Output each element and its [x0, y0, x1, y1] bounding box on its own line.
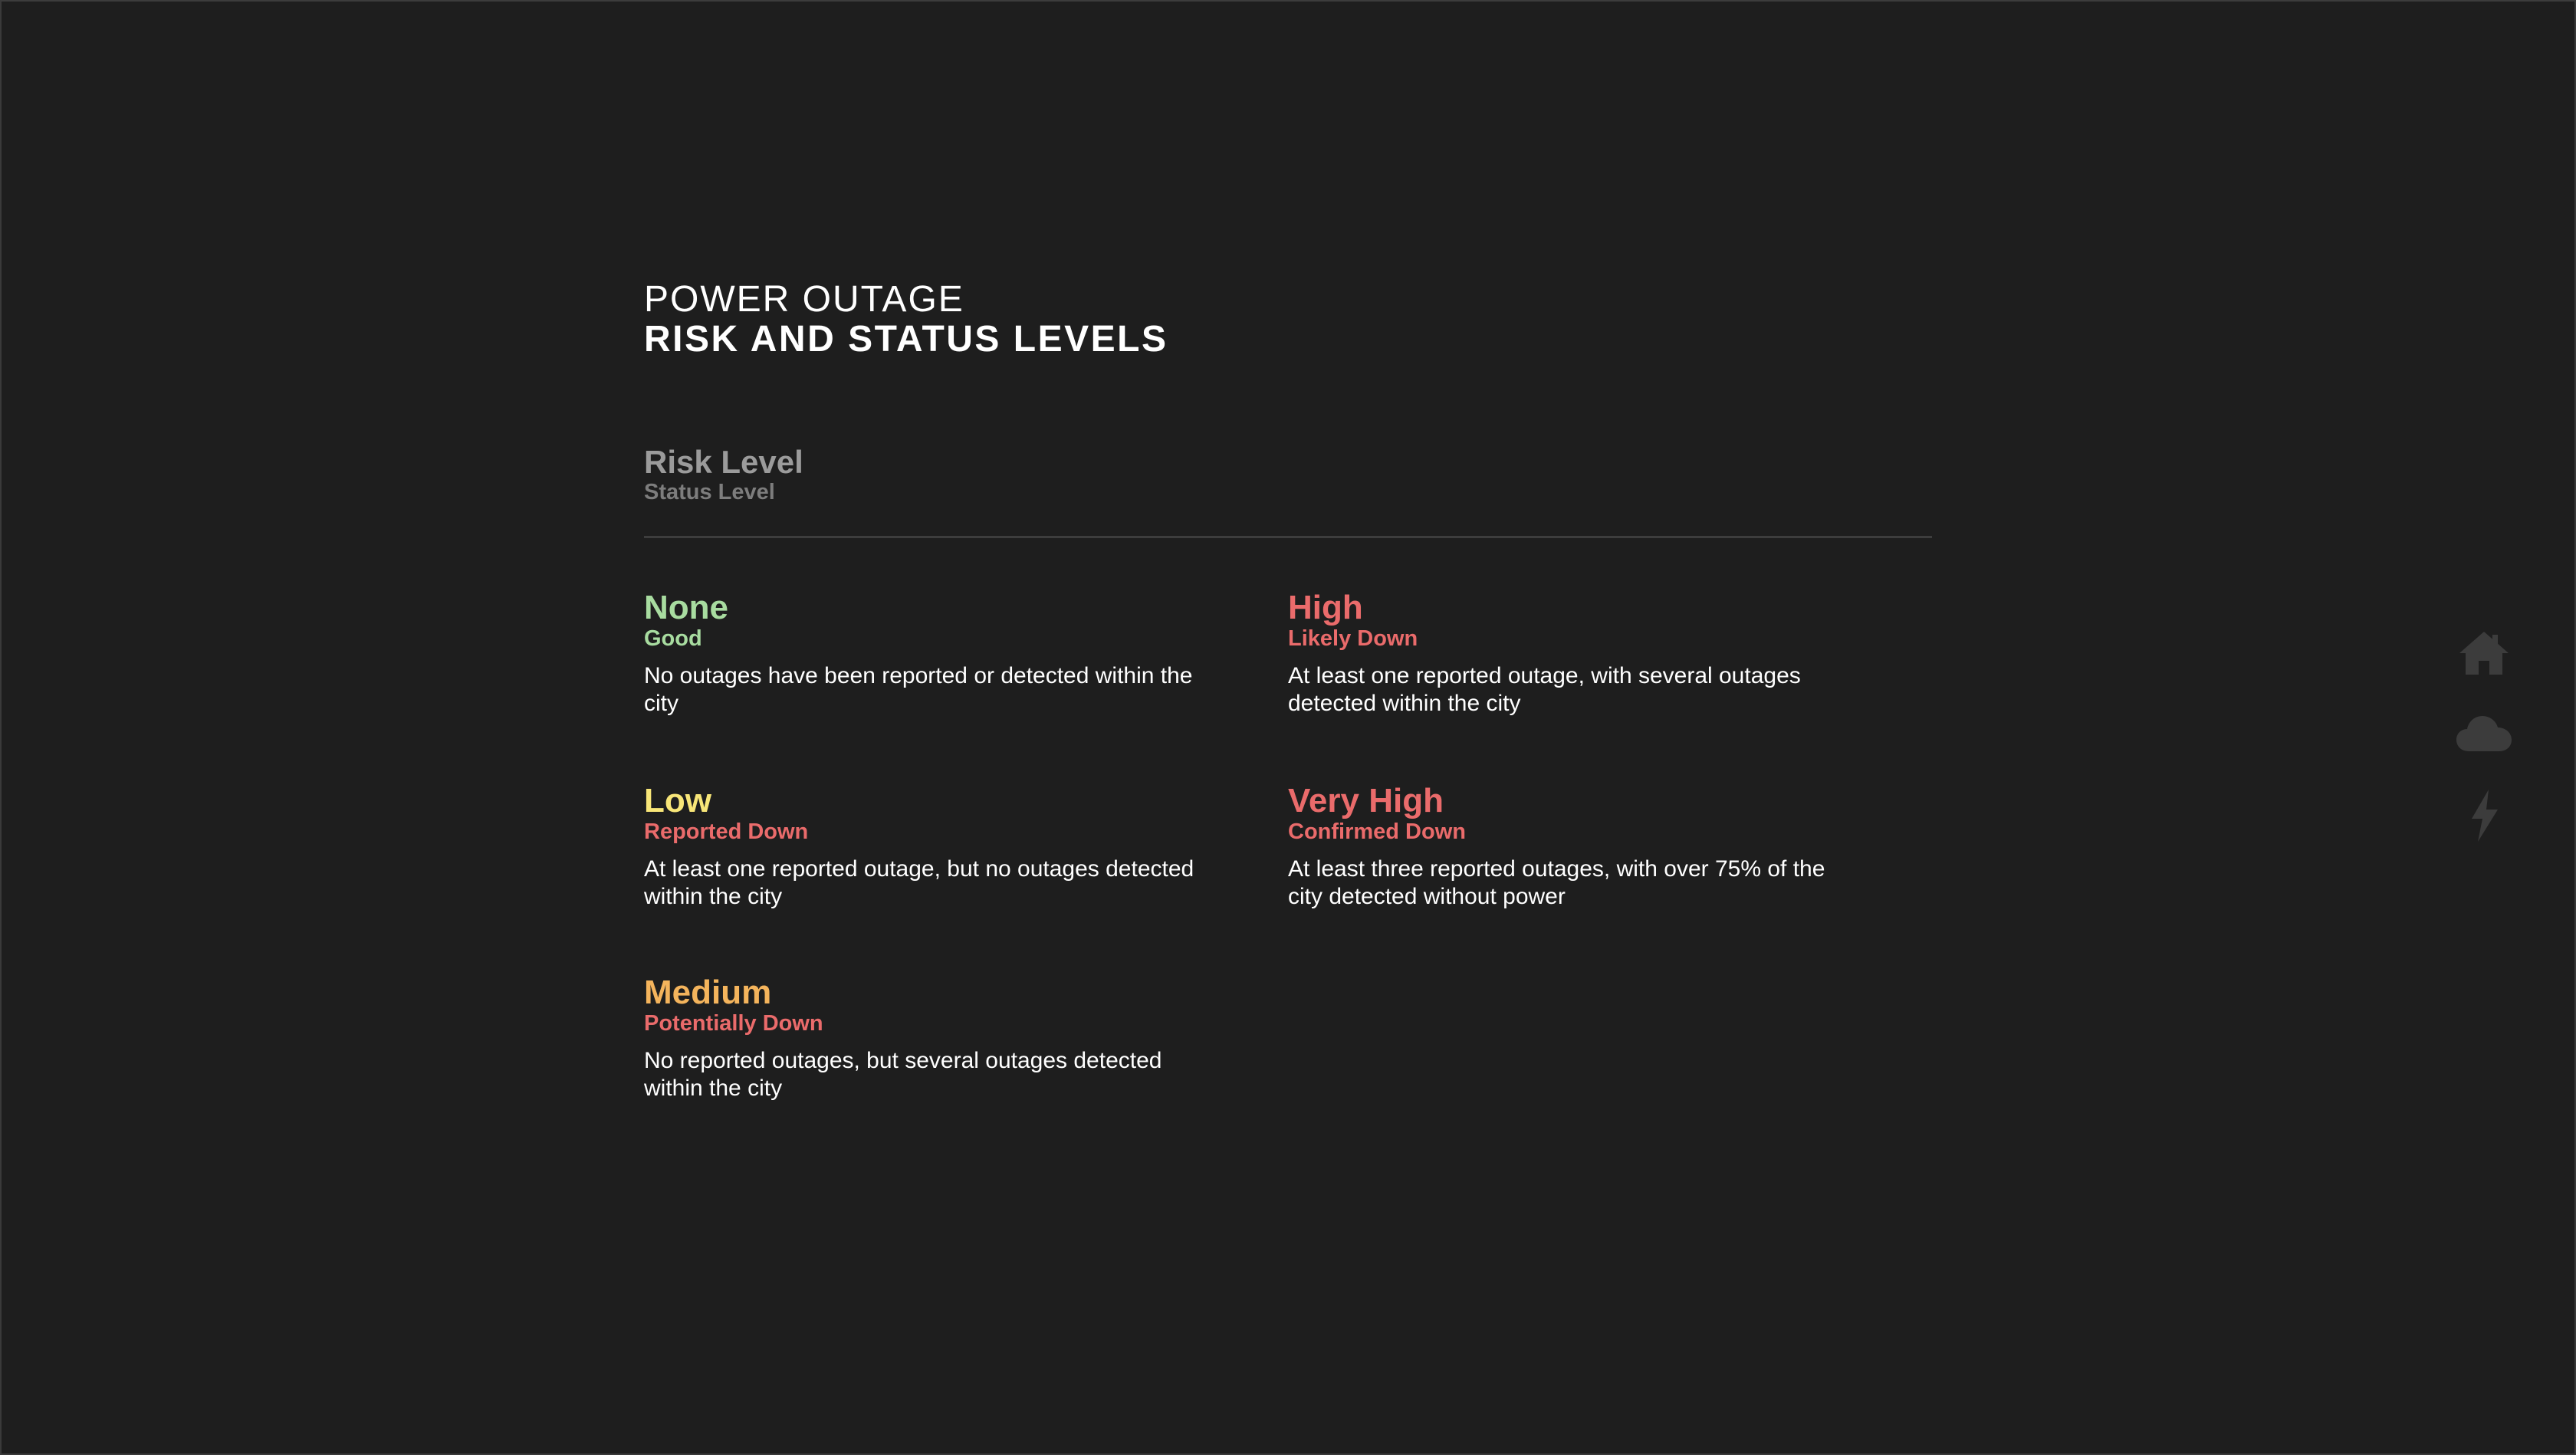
- level-description: At least one reported outage, but no out…: [644, 856, 1194, 909]
- status-level-label: Reported Down: [644, 819, 809, 844]
- levels-grid: None Good No outages have been reported …: [644, 590, 1932, 1127]
- level-card-none: None Good No outages have been reported …: [644, 590, 1227, 718]
- risk-level-label: Very High: [1288, 782, 1444, 819]
- level-card-very-high: Very High Confirmed Down At least three …: [1288, 783, 1871, 911]
- legend: Risk Level Status Level: [644, 445, 1932, 505]
- level-card-medium: Medium Potentially Down No reported outa…: [644, 975, 1227, 1102]
- main-content: POWER OUTAGE RISK AND STATUS LEVELS Risk…: [644, 280, 1932, 1127]
- level-card-low: Low Reported Down At least one reported …: [644, 783, 1227, 911]
- page-title-line1: POWER OUTAGE: [644, 279, 964, 320]
- status-level-label: Confirmed Down: [1288, 819, 1466, 844]
- page-title: POWER OUTAGE RISK AND STATUS LEVELS: [644, 280, 1932, 360]
- legend-status-label: Status Level: [644, 480, 775, 504]
- risk-level-label: Medium: [644, 974, 772, 1011]
- risk-level-label: None: [644, 589, 728, 626]
- page-title-line2: RISK AND STATUS LEVELS: [644, 319, 1168, 360]
- side-nav: [2453, 622, 2515, 866]
- level-card-high: High Likely Down At least one reported o…: [1288, 590, 1871, 718]
- level-description: At least one reported outage, with sever…: [1288, 663, 1801, 716]
- risk-level-label: Low: [644, 782, 711, 819]
- legend-risk-label: Risk Level: [644, 444, 803, 480]
- level-description: No reported outages, but several outages…: [644, 1048, 1162, 1101]
- cloud-icon[interactable]: [2453, 704, 2515, 765]
- status-level-label: Potentially Down: [644, 1011, 823, 1036]
- home-icon[interactable]: [2453, 622, 2515, 684]
- level-description: No outages have been reported or detecte…: [644, 663, 1193, 716]
- level-description: At least three reported outages, with ov…: [1288, 856, 1825, 909]
- lightning-icon[interactable]: [2453, 785, 2515, 846]
- risk-level-label: High: [1288, 589, 1363, 626]
- status-level-label: Likely Down: [1288, 626, 1418, 651]
- status-level-label: Good: [644, 626, 702, 651]
- divider: [644, 536, 1932, 538]
